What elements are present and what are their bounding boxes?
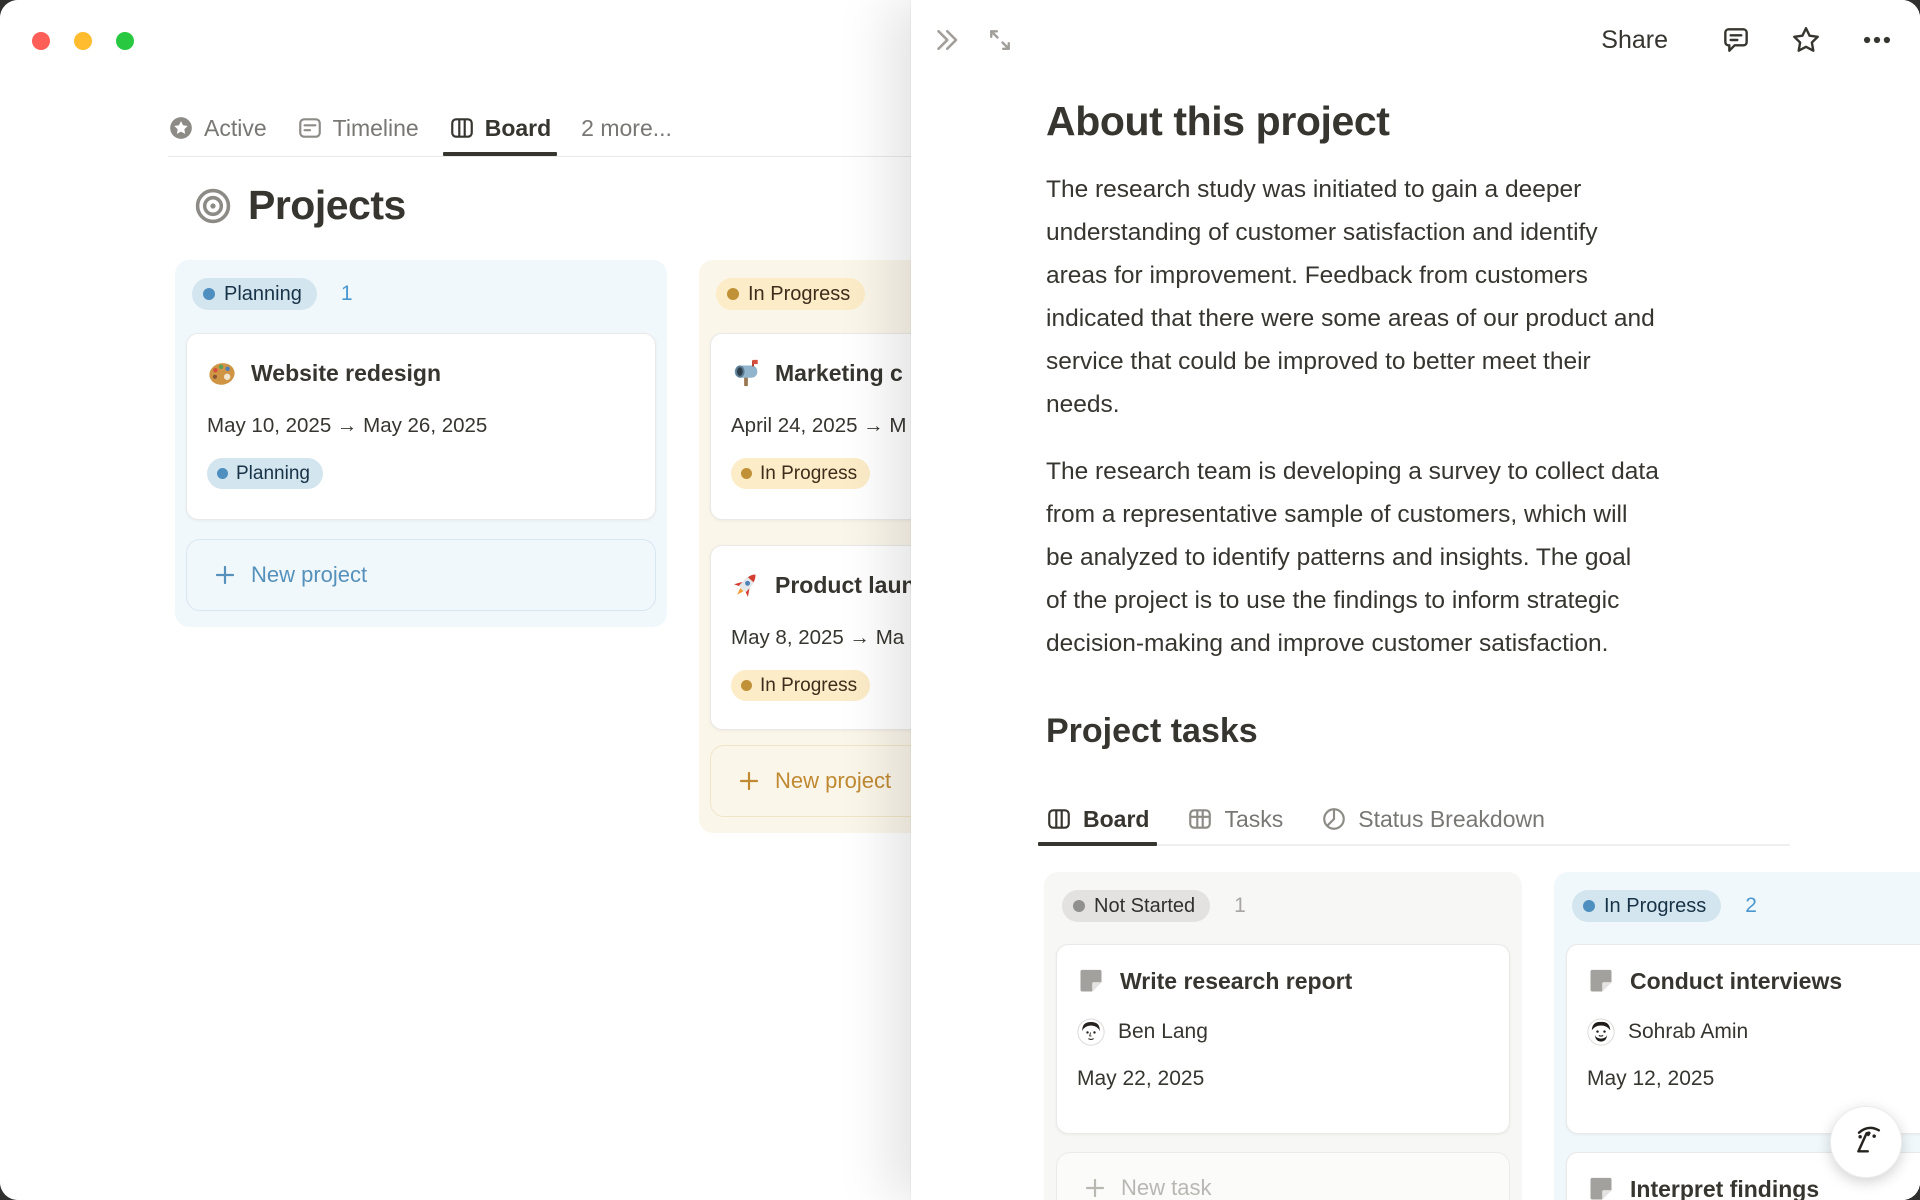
board-column-planning: Planning 1 Website redesign May 10, 2025… xyxy=(175,260,667,627)
task-title: Interpret findings xyxy=(1630,1175,1820,1200)
close-window-button[interactable] xyxy=(32,32,50,50)
tab-timeline[interactable]: Timeline xyxy=(297,104,419,152)
task-card-write-research-report[interactable]: Write research report Ben Lang May 22, 2… xyxy=(1056,944,1510,1134)
palette-emoji-icon xyxy=(207,358,237,388)
assignee-name: Ben Lang xyxy=(1118,1020,1208,1043)
avatar-sohrab-amin xyxy=(1587,1018,1615,1046)
mailbox-emoji-icon xyxy=(731,358,761,388)
side-peek-panel: Share About this project The research st… xyxy=(911,0,1920,1200)
close-peek-chevrons-icon[interactable] xyxy=(931,25,961,55)
project-card-website-redesign[interactable]: Website redesign May 10, 2025 → May 26, … xyxy=(186,333,656,520)
status-pill-not-started[interactable]: Not Started xyxy=(1062,890,1211,922)
task-column-not-started: Not Started 1 Write research report Ben … xyxy=(1044,872,1522,1200)
card-status-tag: Planning xyxy=(207,458,323,489)
tab-board[interactable]: Board xyxy=(442,104,558,156)
page-title: Projects xyxy=(248,182,406,228)
status-dot xyxy=(727,288,739,300)
project-tasks-heading: Project tasks xyxy=(1046,712,1258,750)
notion-window: Active Timeline Board 2 more... Projects… xyxy=(0,0,1920,1200)
tasks-board: Not Started 1 Write research report Ben … xyxy=(1044,872,1920,1200)
timeline-icon xyxy=(297,115,323,141)
card-title: Marketing c xyxy=(775,359,903,386)
window-controls xyxy=(32,32,134,50)
status-pill-in-progress[interactable]: In Progress xyxy=(1572,890,1722,922)
column-count: 2 xyxy=(1745,894,1757,917)
status-pill-in-progress[interactable]: In Progress xyxy=(716,278,866,310)
page-note-icon xyxy=(1587,967,1615,995)
minimize-window-button[interactable] xyxy=(74,32,92,50)
task-view-tabs: Board Tasks Status Breakdown xyxy=(1037,794,1545,846)
tab-bar-divider xyxy=(168,156,913,157)
status-dot xyxy=(741,468,752,479)
tab-label: Timeline xyxy=(332,114,419,141)
task-tab-status-breakdown[interactable]: Status Breakdown xyxy=(1321,794,1545,844)
column-count: 1 xyxy=(1234,894,1246,917)
task-title: Conduct interviews xyxy=(1630,967,1843,994)
page-note-icon xyxy=(1077,967,1105,995)
task-tab-tasks[interactable]: Tasks xyxy=(1187,794,1283,844)
status-dot xyxy=(203,288,215,300)
view-tabs: Active Timeline Board 2 more... xyxy=(168,104,672,156)
plus-icon xyxy=(1083,1176,1107,1200)
card-status-tag: In Progress xyxy=(731,670,871,701)
column-header: Not Started 1 xyxy=(1056,888,1510,924)
page-note-icon xyxy=(1587,1175,1615,1200)
card-status-tag: In Progress xyxy=(731,458,871,489)
task-tab-divider xyxy=(1046,844,1790,846)
tab-active[interactable]: Active xyxy=(168,104,267,152)
status-dot xyxy=(1583,900,1595,912)
avatar-ben-lang xyxy=(1077,1018,1105,1046)
card-title: Website redesign xyxy=(251,359,442,386)
table-icon xyxy=(1187,806,1213,832)
column-header: Planning 1 xyxy=(186,278,656,310)
about-paragraph-2: The research team is developing a survey… xyxy=(1046,458,1659,657)
assignee-name: Sohrab Amin xyxy=(1628,1020,1749,1043)
tab-label: Board xyxy=(484,114,552,141)
new-task-button[interactable]: New task xyxy=(1056,1152,1510,1200)
ai-face-icon xyxy=(1845,1121,1887,1163)
tab-label: Active xyxy=(204,114,267,141)
status-dot xyxy=(217,468,228,479)
page-title-row: Projects xyxy=(194,182,406,229)
status-dot xyxy=(1073,900,1085,912)
new-project-button[interactable]: New project xyxy=(186,539,656,611)
open-full-page-icon[interactable] xyxy=(985,25,1015,55)
task-title: Write research report xyxy=(1120,967,1353,994)
status-dot xyxy=(741,680,752,691)
target-icon xyxy=(194,187,232,225)
board-icon xyxy=(1046,806,1072,832)
peek-toolbar: Share xyxy=(911,0,1920,80)
card-title: Product laun xyxy=(775,571,916,598)
tab-more-views[interactable]: 2 more... xyxy=(581,104,672,152)
pie-chart-icon xyxy=(1321,806,1347,832)
card-date-range: May 10, 2025 → May 26, 2025 xyxy=(207,414,488,437)
share-button[interactable]: Share xyxy=(1601,26,1668,55)
task-due-date: May 12, 2025 xyxy=(1587,1067,1715,1090)
rocket-emoji-icon xyxy=(731,570,761,600)
plus-icon xyxy=(737,769,761,793)
peek-heading: About this project xyxy=(1046,98,1390,144)
task-due-date: May 22, 2025 xyxy=(1077,1067,1205,1090)
plus-icon xyxy=(213,563,237,587)
favorite-star-icon[interactable] xyxy=(1790,24,1822,56)
column-count: 1 xyxy=(340,282,353,305)
status-pill-planning[interactable]: Planning xyxy=(192,278,317,310)
notion-ai-button[interactable] xyxy=(1830,1106,1902,1178)
tab-label: 2 more... xyxy=(581,114,672,141)
more-options-icon[interactable] xyxy=(1860,23,1894,57)
task-tab-board[interactable]: Board xyxy=(1037,794,1158,846)
comments-icon[interactable] xyxy=(1720,24,1752,56)
about-paragraph-1: The research study was initiated to gain… xyxy=(1046,176,1655,418)
zoom-window-button[interactable] xyxy=(116,32,134,50)
board-icon xyxy=(449,115,475,141)
column-header: In Progress 2 xyxy=(1566,888,1920,924)
star-circle-icon xyxy=(168,115,194,141)
